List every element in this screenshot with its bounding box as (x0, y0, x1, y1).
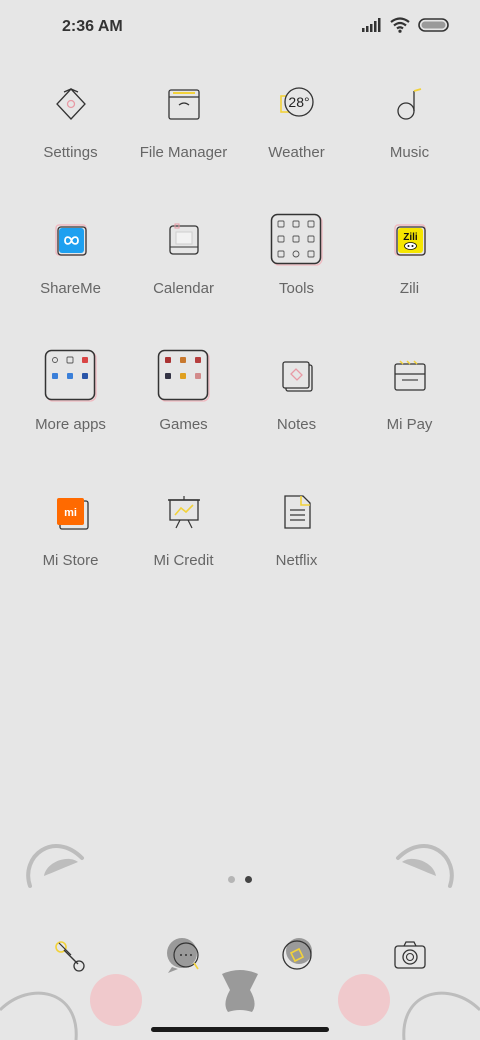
dock-browser[interactable] (240, 930, 353, 980)
zili-icon: Zili (380, 212, 440, 268)
app-label: Mi Store (42, 552, 99, 569)
app-netflix[interactable]: Netflix (240, 484, 353, 620)
notes-icon (267, 348, 327, 404)
app-label: Calendar (153, 280, 214, 297)
app-row: ShareMe Calendar Tools Zili Zili (14, 212, 466, 348)
app-grid: Settings File Manager 28° Weather Music … (14, 76, 466, 620)
shareme-icon (41, 212, 101, 268)
signal-icon (362, 18, 381, 32)
dock-messages[interactable] (127, 930, 240, 980)
app-label: Games (159, 416, 208, 433)
settings-icon (41, 76, 101, 132)
app-label: ShareMe (40, 280, 101, 297)
app-music[interactable]: Music (353, 76, 466, 212)
app-settings[interactable]: Settings (14, 76, 127, 212)
messages-icon (166, 938, 199, 973)
app-notes[interactable]: Notes (240, 348, 353, 484)
app-label: Zili (399, 280, 420, 297)
app-label: Mi Pay (386, 416, 433, 433)
app-more-apps-folder[interactable]: More apps (14, 348, 127, 484)
status-time: 2:36 AM (62, 18, 123, 35)
page-indicator (0, 876, 480, 883)
music-icon (380, 76, 440, 132)
app-row: mi Mi Store Mi Credit Netflix (14, 484, 466, 620)
phone-icon (54, 941, 85, 972)
app-mi-store[interactable]: mi Mi Store (14, 484, 127, 620)
app-row: Settings File Manager 28° Weather Music (14, 76, 466, 212)
netflix-icon (267, 484, 327, 540)
app-weather[interactable]: 28° Weather (240, 76, 353, 212)
games-folder-icon (154, 348, 214, 404)
mi-store-icon: mi (41, 484, 101, 540)
app-calendar[interactable]: Calendar (127, 212, 240, 348)
app-label: Tools (278, 280, 315, 297)
file-manager-icon (154, 76, 214, 132)
page-dot[interactable] (228, 876, 235, 883)
svg-text:Zili: Zili (403, 232, 418, 243)
battery-icon (418, 18, 449, 32)
mi-credit-icon (154, 484, 214, 540)
mi-pay-icon (380, 348, 440, 404)
dock-camera[interactable] (353, 930, 466, 980)
app-label: Netflix (275, 552, 318, 569)
app-zili[interactable]: Zili Zili (353, 212, 466, 348)
app-tools-folder[interactable]: Tools (240, 212, 353, 348)
browser-icon (281, 938, 312, 970)
app-mi-credit[interactable]: Mi Credit (127, 484, 240, 620)
app-mi-pay[interactable]: Mi Pay (353, 348, 466, 484)
dock (14, 930, 466, 980)
tools-folder-icon (267, 212, 327, 268)
app-label: Notes (276, 416, 317, 433)
camera-icon (393, 941, 426, 969)
app-label: Settings (43, 144, 98, 161)
svg-text:28°: 28° (288, 94, 309, 110)
wifi-icon (390, 17, 410, 33)
app-shareme[interactable]: ShareMe (14, 212, 127, 348)
app-label: Music (389, 144, 430, 161)
calendar-icon (154, 212, 214, 268)
status-icons (362, 17, 450, 33)
weather-icon: 28° (267, 76, 327, 132)
app-label: Weather (268, 144, 325, 161)
app-label: Mi Credit (153, 552, 214, 569)
app-games-folder[interactable]: Games (127, 348, 240, 484)
app-label: More apps (35, 416, 106, 433)
dock-phone[interactable] (14, 930, 127, 980)
home-indicator[interactable] (151, 1027, 329, 1032)
svg-text:mi: mi (64, 507, 77, 519)
app-file-manager[interactable]: File Manager (127, 76, 240, 212)
app-row: More apps Games Notes Mi Pay (14, 348, 466, 484)
status-bar: 2:36 AM (0, 0, 480, 56)
page-dot-active[interactable] (245, 876, 252, 883)
app-label: File Manager (139, 144, 228, 161)
more-apps-folder-icon (41, 348, 101, 404)
